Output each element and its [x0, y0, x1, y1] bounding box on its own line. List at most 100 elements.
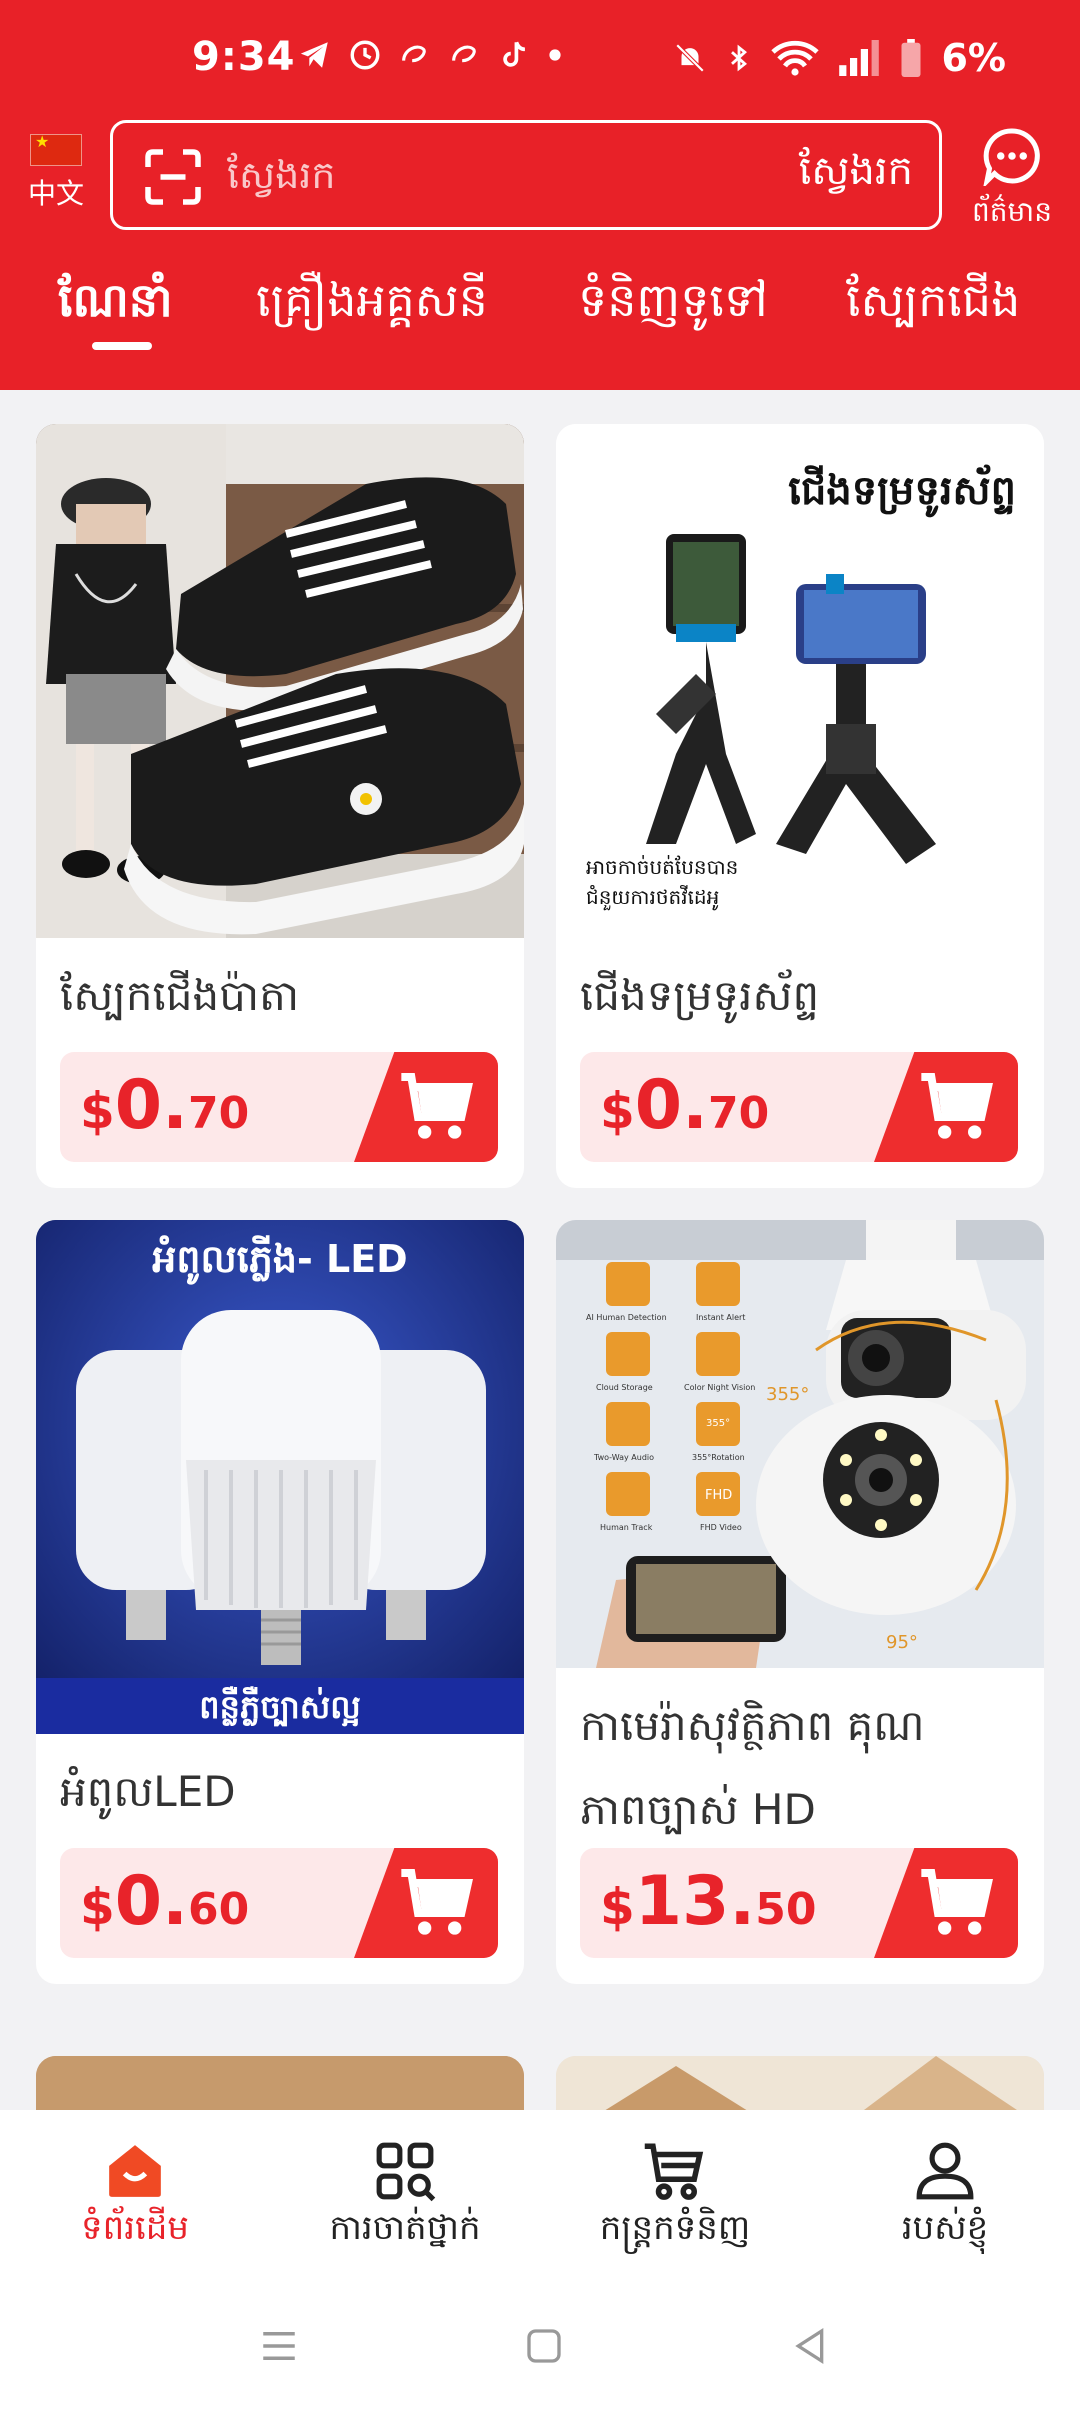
feature-label: 355°Rotation — [692, 1453, 745, 1462]
price-decimal: 60 — [187, 1884, 250, 1935]
status-bar: 9:34 6% — [0, 0, 1080, 120]
price-integer: 0. — [114, 1066, 188, 1145]
search-input[interactable] — [227, 143, 747, 207]
product-price: $ 0. 60 — [80, 1862, 249, 1941]
feature-label: Cloud Storage — [596, 1383, 653, 1392]
price-integer: 0. — [634, 1066, 708, 1145]
nav-home[interactable]: ទំព័រដើម — [0, 2140, 270, 2256]
active-tab-indicator — [92, 342, 152, 350]
feature-label: 355° — [706, 1418, 730, 1429]
price-decimal: 50 — [755, 1884, 817, 1935]
tripod-photo: ជើងទម្រទូរស័ព្ទ អាចកាច់បត់បែនបាន ជំនួយកា… — [586, 464, 1016, 911]
product-title[interactable]: ជើងទម្រទូរស័ព្ទ — [580, 954, 819, 1038]
add-to-cart-button[interactable] — [354, 1052, 498, 1162]
tab-electronics[interactable]: គ្រឿងអគ្គសនី — [256, 272, 488, 339]
product-card[interactable]: ជើងទម្រទូរស័ព្ទ អាចកាច់បត់បែនបាន ជំនួយកា… — [556, 424, 1044, 1188]
feature-label: Two-Way Audio — [593, 1453, 654, 1462]
product-title[interactable]: កាមេរ៉ាសុវត្ថិភាព គុណ ភាពច្បាស់ HD — [580, 1684, 925, 1852]
feature-label: AI Human Detection — [586, 1313, 667, 1322]
image-headline: អំពូលភ្លើង- LED — [152, 1235, 407, 1285]
china-flag-icon — [30, 132, 82, 166]
price-integer: 13. — [634, 1862, 756, 1941]
feature-label: Color Night Vision — [684, 1383, 755, 1392]
product-price: $ 0. 70 — [600, 1066, 769, 1145]
price-currency: $ — [80, 1082, 115, 1140]
scan-icon[interactable] — [143, 147, 203, 207]
price-bar: $ 0. 70 — [60, 1052, 498, 1162]
rotation-label: 355° — [766, 1384, 809, 1405]
nav-home-label: ទំព័រដើម — [81, 2208, 189, 2248]
product-card[interactable]: ស្បែកជើងប៉ាតា $ 0. 70 — [36, 424, 524, 1188]
product-title[interactable]: ស្បែកជើងប៉ាតា — [60, 954, 299, 1038]
price-integer: 0. — [114, 1862, 188, 1941]
system-navigation-bar — [0, 2290, 1080, 2412]
image-caption: អាចកាច់បត់បែនបាន — [586, 854, 738, 879]
tab-recommended[interactable]: ណែនាំ — [58, 272, 173, 339]
product-price: $ 13. 50 — [600, 1862, 817, 1941]
profile-icon — [916, 2142, 974, 2200]
security-camera-photo: AI Human Detection Instant Alert Cloud S… — [556, 1220, 1044, 1668]
system-icons: 6% — [673, 36, 1006, 80]
product-image[interactable]: ជើងទម្រទូរស័ព្ទ អាចកាច់បត់បែនបាន ជំនួយកា… — [556, 424, 1044, 938]
app-notification-icon — [452, 45, 476, 63]
battery-level: 6% — [941, 36, 1006, 80]
cart-icon — [401, 1869, 473, 1935]
battery-icon — [901, 39, 921, 77]
feature-label: Human Track — [600, 1523, 653, 1532]
cart-icon — [921, 1869, 993, 1935]
category-tabs: ណែនាំ គ្រឿងអគ្គសនី ទំនិញទូទៅ ស្បែកជើង — [0, 262, 1080, 362]
price-bar: $ 0. 70 — [580, 1052, 1018, 1162]
product-image[interactable]: AI Human Detection Instant Alert Cloud S… — [556, 1220, 1044, 1668]
chat-bubble-icon — [982, 128, 1040, 189]
nav-cart[interactable]: កន្ត្រកទំនិញ — [540, 2140, 810, 2256]
app-notification-icon — [402, 45, 426, 63]
bottom-navigation: ទំព័រដើម ការចាត់ថ្នាក់ កន្ត្រកទំនិញ របស់… — [0, 2110, 1080, 2290]
add-to-cart-button[interactable] — [874, 1848, 1018, 1958]
clock-app-icon — [350, 40, 380, 70]
product-image[interactable] — [556, 2056, 1044, 2116]
app-header: 9:34 6% 中文 ស្វែងរក — [0, 0, 1080, 390]
home-button-icon[interactable] — [524, 2324, 564, 2368]
nav-categories[interactable]: ការចាត់ថ្នាក់ — [270, 2140, 540, 2256]
add-to-cart-button[interactable] — [354, 1848, 498, 1958]
product-card[interactable]: អំពូលភ្លើង- LED ពន្លឺភ្លឺច្បាស់ល្អ អំពូល… — [36, 1220, 524, 1984]
search-box: ស្វែងរក — [110, 120, 942, 230]
mute-icon — [676, 43, 705, 73]
signal-icon — [839, 40, 880, 76]
language-label: 中文 — [27, 177, 84, 210]
nav-categories-label: ការចាត់ថ្នាក់ — [329, 2208, 481, 2248]
language-switch[interactable]: 中文 — [24, 132, 88, 212]
tab-shoes[interactable]: ស្បែកជើង — [846, 272, 1020, 339]
nav-cart-label: កន្ត្រកទំនិញ — [599, 2208, 751, 2248]
telegram-icon — [300, 42, 328, 68]
status-time: 9:34 — [192, 34, 296, 80]
product-image[interactable] — [36, 2056, 524, 2116]
recent-apps-icon[interactable] — [258, 2324, 300, 2368]
image-caption: ជំនួយការថតវីដេអូ — [586, 884, 719, 911]
product-image[interactable]: អំពូលភ្លើង- LED ពន្លឺភ្លឺច្បាស់ល្អ — [36, 1220, 524, 1734]
cart-icon — [401, 1073, 473, 1139]
feature-label: FHD Video — [700, 1523, 742, 1532]
messages-label: ព័ត៌មាន — [972, 195, 1052, 228]
notification-icons — [298, 38, 562, 72]
search-button[interactable]: ស្វែងរក — [799, 145, 913, 204]
price-bar: $ 13. 50 — [580, 1848, 1018, 1958]
back-icon[interactable] — [790, 2324, 830, 2368]
price-decimal: 70 — [707, 1088, 770, 1139]
rotation-label: 95° — [886, 1632, 918, 1653]
price-decimal: 70 — [187, 1088, 250, 1139]
image-caption: ពន្លឺភ្លឺច្បាស់ល្អ — [199, 1686, 360, 1727]
more-dot-icon — [549, 49, 561, 61]
cart-icon — [921, 1073, 993, 1139]
product-image[interactable] — [36, 424, 524, 938]
product-card[interactable]: AI Human Detection Instant Alert Cloud S… — [556, 1220, 1044, 1984]
product-price: $ 0. 70 — [80, 1066, 249, 1145]
messages-button[interactable]: ព័ត៌មាន — [962, 126, 1062, 235]
product-title[interactable]: អំពូលLED — [60, 1750, 236, 1834]
feature-label: FHD — [705, 1488, 732, 1503]
tab-general-goods[interactable]: ទំនិញទូទៅ — [578, 272, 768, 339]
price-currency: $ — [600, 1878, 635, 1936]
sneaker-photo — [36, 424, 524, 938]
add-to-cart-button[interactable] — [874, 1052, 1018, 1162]
nav-profile[interactable]: របស់ខ្ញុំ — [810, 2140, 1080, 2256]
